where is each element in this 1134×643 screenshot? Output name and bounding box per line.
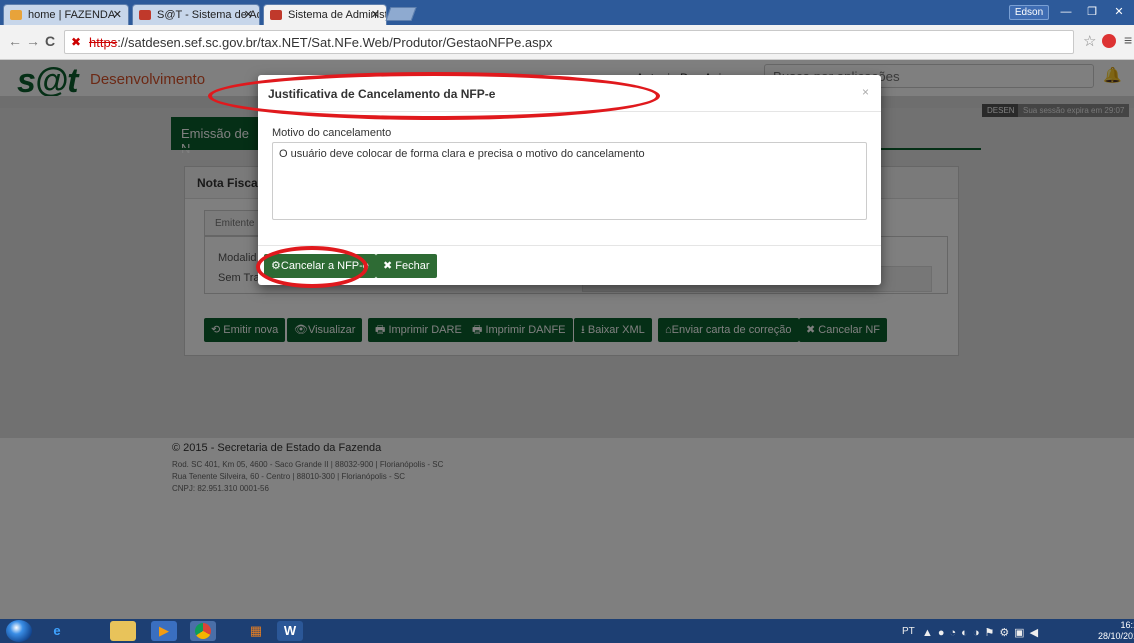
tab-sistema-admin[interactable]: Sistema de Administração ✕	[263, 4, 387, 25]
close-window-icon[interactable]: ✕	[1106, 3, 1132, 21]
ie-icon[interactable]: e	[44, 621, 70, 641]
chrome-taskbar-icon[interactable]	[190, 621, 216, 641]
annotation-ellipse-button	[256, 246, 368, 288]
tab-sat-admin[interactable]: S@T - Sistema de Adminis ✕	[132, 4, 260, 25]
annotation-ellipse-title	[208, 72, 660, 120]
close-icon: ✖	[383, 260, 393, 272]
chrome-menu-icon[interactable]: ≡	[1124, 32, 1132, 48]
motivo-label: Motivo do cancelamento	[272, 127, 392, 139]
tray-icons[interactable]: ▲●◔◐◑⚑⚙▣◀	[922, 626, 1043, 639]
forward-icon[interactable]: →	[26, 33, 40, 49]
insecure-lock-icon: ✖	[71, 35, 82, 49]
fazenda-favicon-icon	[10, 10, 22, 20]
tab-close-icon[interactable]: ✕	[371, 8, 380, 21]
sat-favicon-icon	[139, 10, 151, 20]
word-icon[interactable]: W	[277, 621, 303, 641]
sat-favicon-icon	[270, 10, 282, 20]
explorer-icon[interactable]	[110, 621, 136, 641]
language-indicator[interactable]: PT	[902, 626, 915, 637]
modal-close-icon[interactable]: ×	[862, 85, 869, 99]
reload-icon[interactable]: C	[45, 33, 55, 49]
new-tab-button[interactable]	[385, 7, 417, 21]
adblock-icon[interactable]	[1102, 34, 1116, 48]
apps-icon[interactable]: ▦	[243, 621, 269, 641]
fechar-button[interactable]: ✖ Fechar	[376, 254, 437, 278]
profile-button[interactable]: Edson	[1009, 5, 1049, 20]
maximize-icon[interactable]: ❐	[1080, 3, 1104, 21]
back-icon[interactable]: ←	[8, 33, 22, 49]
bookmark-star-icon[interactable]: ☆	[1083, 32, 1096, 50]
address-bar[interactable]: ✖ https://satdesen.sef.sc.gov.br/tax.NET…	[64, 30, 1074, 54]
minimize-icon[interactable]: —	[1054, 3, 1078, 21]
start-button[interactable]	[6, 620, 32, 642]
tab-close-icon[interactable]: ✕	[113, 8, 122, 21]
tab-close-icon[interactable]: ✕	[244, 8, 253, 21]
tab-home-fazenda[interactable]: home | FAZENDA ✕	[3, 4, 129, 25]
modal-footer-divider	[258, 245, 881, 246]
motivo-textarea[interactable]: O usuário deve colocar de forma clara e …	[272, 142, 867, 220]
media-player-icon[interactable]: ▶	[151, 621, 177, 641]
clock[interactable]: 16:1028/10/2015	[1098, 620, 1134, 642]
